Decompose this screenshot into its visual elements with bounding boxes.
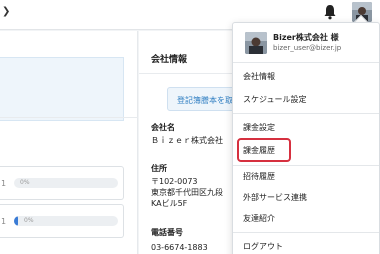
menu-item-invitation-history[interactable]: 招待履歴 <box>243 171 275 182</box>
divider <box>0 117 138 118</box>
avatar <box>245 32 267 54</box>
address-line-2: 東京都千代田区九段 <box>151 188 223 197</box>
address-line-1: 〒102-0073 <box>151 177 198 186</box>
row-number: 1 <box>1 179 7 188</box>
divider <box>233 62 379 63</box>
phone-value: 03-6674-1883 <box>151 243 208 252</box>
progress-label: 0% <box>24 217 34 224</box>
progress-label: 0% <box>20 179 30 186</box>
divider <box>233 165 379 166</box>
account-dropdown-menu: Bizer株式会社 様 bizer_user@bizer.jp 会社情報 スケジ… <box>232 22 380 254</box>
divider <box>233 232 379 233</box>
panel-title: 会社情報 <box>151 55 188 65</box>
divider <box>233 113 379 114</box>
phone-label: 電話番号 <box>151 228 183 237</box>
user-name: Bizer株式会社 様 <box>273 33 339 42</box>
menu-item-refer-friend[interactable]: 友達紹介 <box>243 213 275 224</box>
left-panel: 1 0% 1 0% <box>0 31 138 254</box>
address-line-3: KAビル5F <box>151 199 188 208</box>
progress-bar: 0% <box>14 178 118 188</box>
info-banner <box>0 57 124 121</box>
address-label: 住所 <box>151 164 167 173</box>
progress-fill <box>14 216 19 226</box>
progress-card: 1 0% <box>0 204 124 238</box>
progress-bar: 0% <box>14 216 118 226</box>
bell-icon[interactable] <box>323 4 337 20</box>
company-name-label: 会社名 <box>151 123 175 132</box>
menu-item-logout[interactable]: ログアウト <box>243 241 283 252</box>
user-email: bizer_user@bizer.jp <box>273 44 342 52</box>
progress-card: 1 0% <box>0 166 124 200</box>
menu-item-external-services[interactable]: 外部サービス連携 <box>243 192 307 203</box>
menu-item-schedule-settings[interactable]: スケジュール設定 <box>243 94 306 105</box>
menu-item-billing-settings[interactable]: 課金設定 <box>243 122 275 133</box>
menu-item-billing-history[interactable]: 課金履歴 <box>243 145 275 156</box>
row-number: 1 <box>1 217 7 226</box>
company-name-value: Ｂｉｚｅｒ株式会社 <box>151 136 223 145</box>
menu-item-company-info[interactable]: 会社情報 <box>243 71 275 82</box>
chevron-right-icon[interactable]: ❯ <box>2 6 10 17</box>
